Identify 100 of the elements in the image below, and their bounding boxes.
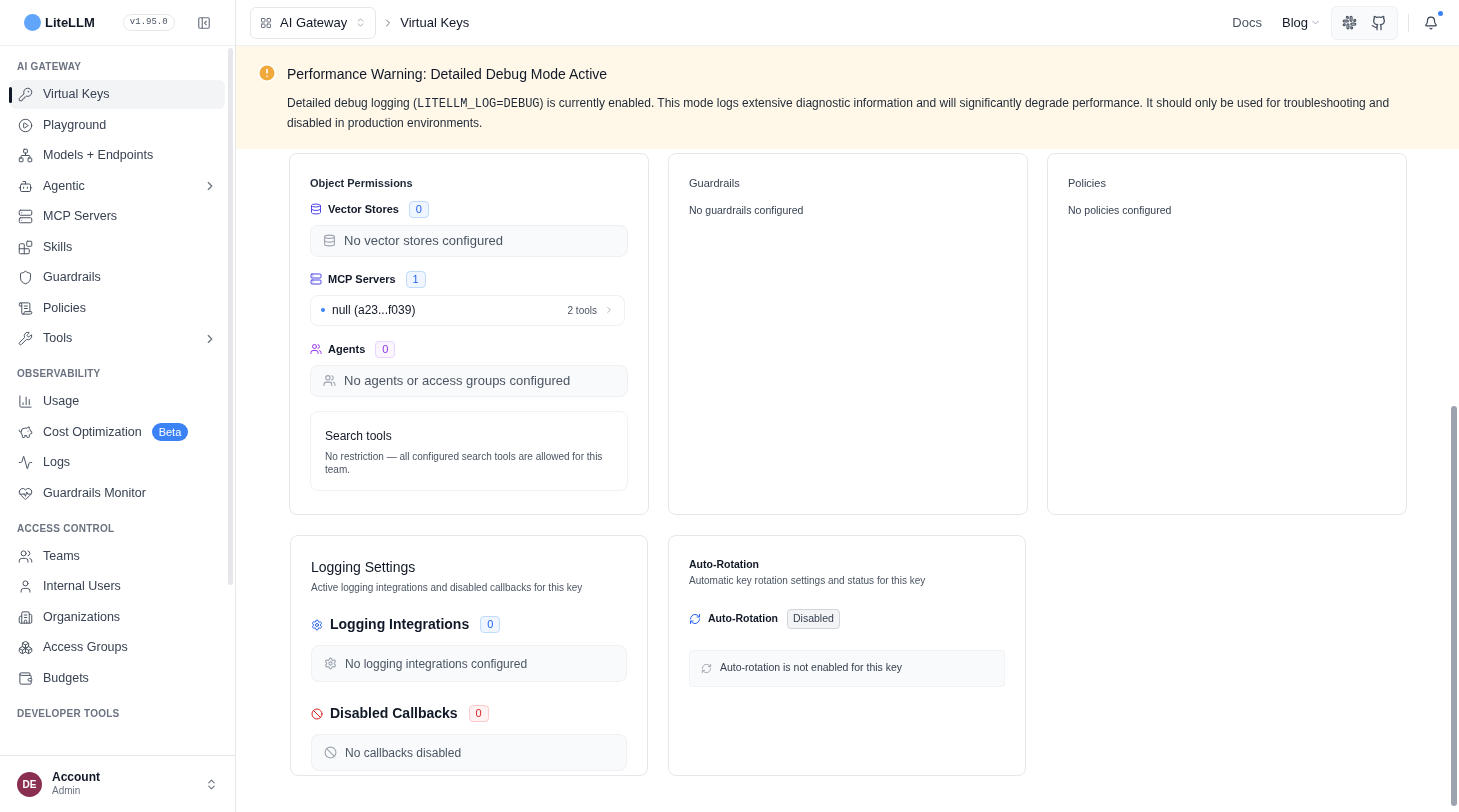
card-subtitle: Active logging integrations and disabled callbacks for this key (311, 581, 584, 595)
refresh-icon (689, 612, 701, 625)
section-label: Agents (328, 341, 366, 357)
user-icon (18, 579, 33, 594)
gear-icon (311, 618, 323, 631)
scroll-icon (18, 300, 33, 316)
users-icon (323, 374, 336, 387)
sidebar-item[interactable]: Agentic (10, 171, 225, 201)
sidebar-item[interactable]: Models + Endpoints (10, 141, 225, 170)
sidebar-item[interactable]: Internal Users (10, 572, 225, 601)
account-name: Account (52, 770, 100, 786)
pulse-icon (18, 455, 33, 470)
warning-icon (257, 63, 277, 83)
mcp-server-row[interactable]: null (a23...f039) 2 tools (310, 294, 625, 326)
key-icon (18, 87, 33, 102)
section-label: Auto-Rotation (708, 610, 778, 626)
sidebar-item[interactable]: Guardrails Monitor (10, 478, 225, 508)
network-icon (18, 148, 33, 163)
robot-icon (18, 178, 33, 194)
sidebar-item[interactable]: Playground (10, 110, 225, 140)
sidebar-item[interactable]: Usage (10, 387, 225, 416)
empty-state-text: No logging integrations configured (345, 655, 528, 673)
empty-state-text: No vector stores configured (344, 231, 503, 250)
gateway-selector[interactable]: AI Gateway (250, 6, 377, 39)
sidebar-item[interactable]: Access Groups (10, 633, 225, 662)
server-icon (18, 209, 33, 224)
server-icon (310, 273, 322, 285)
sidebar-item[interactable]: Budgets (10, 663, 225, 693)
database-icon (310, 203, 322, 215)
warning-message: Detailed debug logging (LITELLM_LOG=DEBUG) is currently enabled. This mode logs extensive diagnostic information and will significantly degrade performance. It should only be used for troubleshooting and disabled in production environments. (287, 95, 1391, 132)
sidebar-item[interactable]: Guardrails (10, 263, 225, 292)
wallet-icon (18, 670, 33, 686)
empty-state-text: No callbacks disabled (345, 744, 462, 762)
database-icon (323, 234, 336, 247)
warning-title: Performance Warning: Detailed Debug Mode Active (287, 65, 609, 84)
heart-pulse-icon (18, 485, 33, 501)
section-heading: ACCESS CONTROL (16, 521, 116, 536)
empty-state-text: No agents or access groups configured (344, 371, 571, 390)
tool-count: 2 tools (567, 303, 597, 318)
avatar: DE (17, 771, 42, 797)
sidebar-item[interactable]: Teams (10, 541, 225, 571)
grid-icon (260, 16, 272, 29)
github-icon[interactable] (1371, 14, 1387, 31)
wrench-icon (18, 331, 33, 346)
ban-icon (324, 746, 337, 759)
chevron-right-icon (604, 305, 614, 315)
search-tools-text: No restriction — all configured search tools are allowed for this team. (325, 449, 604, 476)
info-text: Auto-rotation is not enabled for this key (720, 660, 903, 676)
count-badge: 1 (405, 270, 426, 288)
breadcrumb-current: Virtual Keys (400, 13, 470, 32)
sidebar-item[interactable]: Logs (10, 448, 225, 477)
blog-menu[interactable]: Blog (1281, 12, 1321, 33)
brand-name: LiteLLM (45, 13, 95, 32)
active-indicator (9, 87, 12, 103)
server-name: null (a23...f039) (332, 302, 416, 319)
count-badge: 0 (408, 200, 429, 218)
count-badge: 0 (480, 616, 501, 633)
section-label: Logging Integrations (330, 615, 470, 634)
bell-icon (1424, 15, 1438, 30)
piggy-bank-icon (18, 424, 33, 440)
sidebar-item[interactable]: Tools (10, 324, 225, 353)
chevrons-icon (205, 777, 218, 791)
building-icon (18, 609, 33, 625)
refresh-icon (701, 662, 712, 674)
slack-icon[interactable] (1342, 15, 1357, 30)
card-title: Guardrails (689, 176, 741, 191)
section-label: Vector Stores (328, 201, 399, 217)
card-title: Logging Settings (311, 558, 417, 577)
sidebar-item[interactable]: MCP Servers (10, 202, 225, 231)
sidebar-toggle-icon (197, 15, 211, 30)
beta-badge: Beta (151, 422, 189, 442)
search-tools-title: Search tools (325, 427, 393, 445)
bar-chart-icon (18, 394, 33, 409)
users-icon (310, 343, 322, 355)
sidebar-item[interactable]: Organizations (10, 602, 225, 632)
status-badge: Disabled (787, 608, 840, 629)
count-badge: 0 (375, 340, 396, 358)
users-icon (18, 548, 33, 564)
sidebar-item[interactable]: Virtual Keys (10, 80, 225, 109)
empty-state-text: No guardrails configured (689, 202, 805, 218)
sidebar-item[interactable]: Cost Optimization Beta (10, 417, 225, 447)
shield-icon (18, 270, 33, 285)
section-heading: DEVELOPER TOOLS (16, 706, 121, 721)
card-title: Auto-Rotation (689, 557, 760, 572)
account-role: Admin (52, 785, 82, 798)
sidebar-item[interactable]: Policies (10, 293, 225, 323)
collapse-sidebar-button[interactable] (197, 15, 211, 30)
card-title: Object Permissions (310, 176, 414, 191)
boxes-icon (18, 640, 33, 655)
logo-icon (24, 14, 41, 31)
section-label: Disabled Callbacks (330, 704, 458, 723)
count-badge: 0 (468, 705, 489, 722)
gear-icon (324, 657, 337, 670)
blocks-icon (18, 239, 33, 255)
card-title: Policies (1068, 176, 1107, 191)
ban-icon (311, 707, 323, 720)
empty-state-text: No policies configured (1068, 202, 1173, 218)
sidebar-item[interactable]: Skills (10, 232, 225, 262)
section-heading: OBSERVABILITY (16, 367, 102, 381)
docs-link[interactable]: Docs (1232, 12, 1262, 33)
